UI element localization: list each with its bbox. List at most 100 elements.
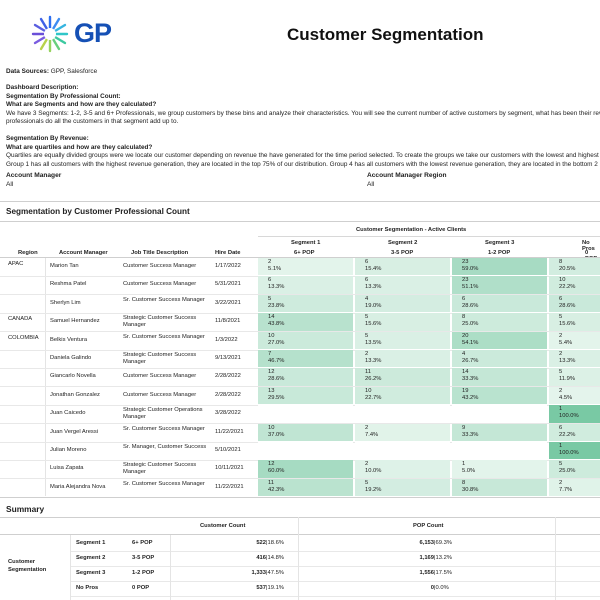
segment-cell[interactable]: 6 28.6% (452, 294, 547, 313)
segment-cell[interactable]: 23 51.1% (452, 276, 547, 294)
segment-count: 8 (559, 259, 563, 265)
account-manager-cell[interactable]: Sherlyn Lim (50, 300, 128, 307)
table-row[interactable]: Juan Vergel Aressi Sr. Customer Success M… (0, 423, 600, 442)
segment-cell[interactable]: 19 43.2% (452, 386, 547, 405)
segment-cell[interactable]: 10 27.0% (258, 331, 353, 349)
summary-col-pop-count[interactable]: POP Count (413, 523, 444, 529)
segment-cell[interactable]: 2 5.4% (549, 331, 600, 349)
col-header-region[interactable]: Region (18, 250, 38, 256)
account-manager-cell[interactable]: Samuel Hernandez (50, 318, 128, 325)
segment-cell[interactable]: 1 5.0% (452, 460, 547, 478)
segment-cell[interactable] (258, 442, 353, 460)
account-manager-cell[interactable]: Giancarlo Novella (50, 373, 128, 380)
segment-cell[interactable]: 6 15.4% (355, 258, 450, 276)
table-row[interactable]: Giancarlo Novella Customer Success Manage… (0, 368, 600, 386)
table-row[interactable]: Sherlyn Lim Sr. Customer Success Manager 3… (0, 294, 600, 313)
summary-col-customer-count[interactable]: Customer Count (200, 523, 245, 529)
summary-row[interactable]: No Pros 0 POP 537 |19.1% 0 |0.0% (0, 582, 600, 596)
account-manager-cell[interactable]: Juan Vergel Aressi (50, 429, 128, 436)
segment-cell[interactable]: 1 100.0% (549, 405, 600, 423)
col-header-job[interactable]: Job Title Description (131, 250, 188, 256)
segment-cell[interactable] (355, 405, 450, 423)
table-row[interactable]: Jonathan Gonzalez Customer Success Manage… (0, 386, 600, 405)
segmentation-table: Customer Segmentation - Active Clients Se… (0, 224, 600, 496)
segment-cell[interactable]: 6 22.2% (549, 423, 600, 441)
segment-cell[interactable]: 5 25.0% (549, 460, 600, 478)
segment-header[interactable]: Segment 1 (291, 240, 320, 246)
table-row[interactable]: CANADA Samuel Hernandez Strategic Customer… (0, 313, 600, 331)
account-manager-cell[interactable]: Jonathan Gonzalez (50, 392, 128, 399)
segment-cell[interactable]: 8 20.5% (549, 258, 600, 276)
segment-cell[interactable]: 20 54.1% (452, 331, 547, 349)
segment-percent: 22.2% (559, 284, 576, 291)
segment-cell[interactable]: 14 33.3% (452, 368, 547, 386)
table-row[interactable]: Luisa Zapata Strategic Customer Success M… (0, 460, 600, 478)
segment-cell[interactable]: 10 37.0% (258, 423, 353, 441)
segment-cell[interactable]: 2 13.3% (549, 350, 600, 368)
segment-cell[interactable]: 10 22.2% (549, 276, 600, 294)
segment-cell[interactable]: 1 100.0% (549, 442, 600, 460)
segment-cell[interactable]: 2 10.0% (355, 460, 450, 478)
segment-cell[interactable]: 14 43.8% (258, 313, 353, 331)
segment-cell[interactable]: 12 60.0% (258, 460, 353, 478)
account-manager-filter[interactable]: All (6, 181, 13, 188)
region-filter[interactable]: All (367, 181, 374, 188)
segment-cell[interactable]: 5 23.8% (258, 294, 353, 313)
segment-cell[interactable]: 5 15.6% (355, 313, 450, 331)
account-manager-cell[interactable]: Belkis Ventura (50, 337, 128, 344)
account-manager-cell[interactable]: Reshma Patel (50, 281, 128, 288)
segment-percent: 13.3% (365, 358, 382, 364)
segment-cell[interactable] (258, 405, 353, 423)
hire-date-cell: 11/8/2021 (215, 318, 241, 325)
segment-cell[interactable]: 11 26.2% (355, 368, 450, 386)
segment-cell[interactable]: 10 22.7% (355, 386, 450, 405)
segment-cell[interactable]: 2 7.4% (355, 423, 450, 441)
table-row[interactable]: APAC Marion Tan Customer Success Manager 1/… (0, 258, 600, 276)
segment-cell[interactable]: 2 7.7% (549, 478, 600, 496)
table-row[interactable]: Daniela Galindo Strategic Customer Succes… (0, 350, 600, 368)
table-row[interactable]: COLOMBIA Belkis Ventura Sr. Customer Succe… (0, 331, 600, 350)
account-manager-cell[interactable]: Maria Alejandra Nova (50, 484, 128, 491)
col-header-hire[interactable]: Hire Date (215, 250, 240, 256)
data-sources: Data Sources: GPP, Salesforce (6, 68, 97, 77)
segment-cell[interactable]: 2 4.5% (549, 386, 600, 405)
segment-cell[interactable]: 23 59.0% (452, 258, 547, 276)
segment-cell[interactable]: 2 5.1% (258, 258, 353, 276)
job-title-cell: Customer Success Manager (123, 373, 197, 380)
account-manager-cell[interactable]: Daniela Galindo (50, 355, 128, 362)
table-row[interactable]: Maria Alejandra Nova Sr. Customer Success… (0, 478, 600, 496)
summary-row[interactable]: Segment 3 1-2 POP 1,333 |47.5% 1,556 |17.5% (0, 567, 600, 581)
segment-cell[interactable]: 7 46.7% (258, 350, 353, 368)
segment-cell[interactable]: 8 25.0% (452, 313, 547, 331)
segment-cell[interactable]: 8 30.8% (452, 478, 547, 496)
segment-cell[interactable]: 5 15.6% (549, 313, 600, 331)
segment-cell[interactable]: 13 29.5% (258, 386, 353, 405)
table-row[interactable]: Juan Caicedo Strategic Customer Operation… (0, 405, 600, 423)
segment-cell[interactable]: 2 13.3% (355, 350, 450, 368)
segment-cell[interactable]: 12 28.6% (258, 368, 353, 386)
segment-cell[interactable]: 11 42.3% (258, 478, 353, 496)
segment-cell[interactable]: 6 13.3% (258, 276, 353, 294)
segment-cell[interactable]: 9 33.3% (452, 423, 547, 441)
table-row[interactable]: Julian Moreno Sr. Manager, Customer Succe… (0, 442, 600, 460)
segment-header[interactable]: Segment 3 (485, 240, 514, 246)
table-row[interactable]: Reshma Patel Customer Success Manager 5/31… (0, 276, 600, 294)
segment-cell[interactable]: 5 13.5% (355, 331, 450, 349)
account-manager-cell[interactable]: Julian Moreno (50, 447, 128, 454)
segment-cell[interactable] (355, 442, 450, 460)
summary-row[interactable]: Segment 2 3-5 POP 416 |14.8% 1,169 |13.2% (0, 552, 600, 566)
segment-cell[interactable]: 5 19.2% (355, 478, 450, 496)
account-manager-cell[interactable]: Luisa Zapata (50, 465, 128, 472)
segment-header[interactable]: Segment 2 (388, 240, 417, 246)
segment-cell[interactable] (452, 442, 547, 460)
segment-cell[interactable] (452, 405, 547, 423)
segment-cell[interactable]: 5 11.9% (549, 368, 600, 386)
segment-cell[interactable]: 6 28.6% (549, 294, 600, 313)
segment-cell[interactable]: 4 26.7% (452, 350, 547, 368)
segment-cell[interactable]: 6 13.3% (355, 276, 450, 294)
account-manager-cell[interactable]: Juan Caicedo (50, 410, 128, 417)
account-manager-cell[interactable]: Marion Tan (50, 263, 128, 270)
segment-cell[interactable]: 4 19.0% (355, 294, 450, 313)
summary-row[interactable]: Segment 1 6+ POP 522 |18.6% 6,153 |69.3% (0, 537, 600, 551)
col-header-manager[interactable]: Account Manager (59, 250, 108, 256)
